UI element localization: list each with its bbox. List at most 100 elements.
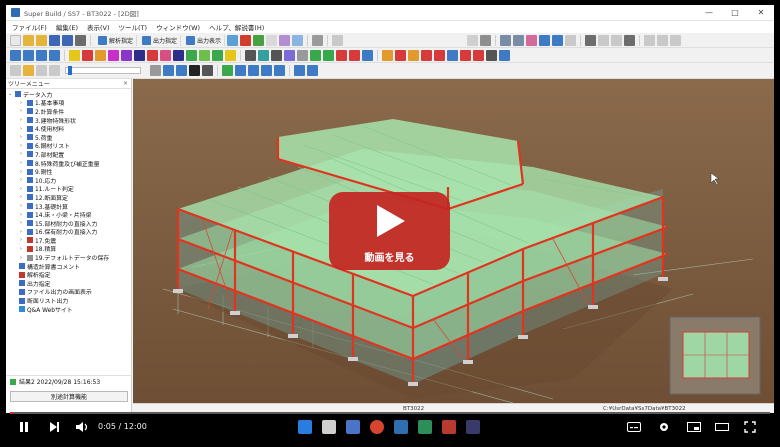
close-button[interactable]: ✕ bbox=[748, 5, 774, 21]
tree-item[interactable]: ファイル出力の画面表示 bbox=[6, 288, 131, 296]
load-icon[interactable] bbox=[499, 49, 510, 61]
member-icon[interactable] bbox=[95, 49, 106, 61]
settings-button[interactable] bbox=[654, 418, 674, 436]
arrow-icon[interactable] bbox=[539, 34, 551, 46]
tree-item[interactable]: › 6.鋼材リスト bbox=[6, 142, 131, 150]
menu-window[interactable]: ウィンドウ(W) bbox=[156, 22, 200, 32]
view-icon[interactable] bbox=[274, 65, 285, 76]
tree-item-data-input[interactable]: ⌄ データ入力 bbox=[6, 90, 131, 99]
tool-icon[interactable] bbox=[36, 65, 47, 76]
grid-icon[interactable] bbox=[526, 34, 538, 46]
zoom-slider-handle[interactable] bbox=[68, 66, 72, 75]
analysis-settings-button[interactable]: 解析指定 bbox=[95, 34, 138, 46]
next-button[interactable] bbox=[44, 418, 64, 436]
chevron-right-icon[interactable]: › bbox=[20, 186, 26, 192]
member-icon[interactable] bbox=[173, 49, 184, 61]
chevron-right-icon[interactable]: › bbox=[20, 177, 26, 183]
view-icon[interactable] bbox=[248, 65, 259, 76]
tool-icon[interactable] bbox=[598, 34, 610, 46]
open-folder-icon[interactable] bbox=[36, 34, 47, 46]
chevron-right-icon[interactable]: › bbox=[20, 160, 26, 166]
line-icon[interactable] bbox=[362, 49, 373, 61]
chevron-down-icon[interactable]: ⌄ bbox=[8, 91, 14, 97]
search-icon[interactable] bbox=[150, 65, 161, 76]
view-icon[interactable] bbox=[235, 65, 246, 76]
tool-icon[interactable] bbox=[670, 34, 682, 46]
chevron-right-icon[interactable]: › bbox=[20, 117, 26, 123]
tree-item[interactable]: › 13.基礎計算 bbox=[6, 202, 131, 211]
line-icon[interactable] bbox=[284, 49, 295, 61]
tree-item[interactable]: 構造計算書コメント bbox=[6, 262, 131, 271]
tree-item[interactable]: › 14.床・小梁・片持梁 bbox=[6, 210, 131, 219]
pencil-icon[interactable] bbox=[565, 34, 577, 46]
tool-icon[interactable] bbox=[657, 34, 669, 46]
tool-icon[interactable] bbox=[279, 34, 291, 46]
tree-item[interactable]: › 1.基本事項 bbox=[6, 99, 131, 107]
chevron-right-icon[interactable]: › bbox=[20, 194, 26, 200]
tree-item[interactable]: › 5.荷重 bbox=[6, 133, 131, 142]
play-video-button[interactable]: 動画を見る bbox=[329, 192, 450, 270]
tool-icon[interactable] bbox=[10, 65, 21, 76]
tree-item[interactable]: › 11.ルート判定 bbox=[6, 185, 131, 193]
tree-item[interactable]: › 4.使用材料 bbox=[6, 124, 131, 133]
theater-mode-button[interactable] bbox=[712, 418, 732, 436]
tool-icon[interactable] bbox=[253, 34, 265, 46]
member-icon[interactable] bbox=[160, 49, 171, 61]
save-as-icon[interactable] bbox=[62, 34, 73, 46]
undo-icon[interactable] bbox=[332, 34, 344, 46]
load-icon[interactable] bbox=[408, 49, 419, 61]
line-icon[interactable] bbox=[349, 49, 360, 61]
miniplayer-button[interactable] bbox=[684, 418, 704, 436]
line-icon[interactable] bbox=[297, 49, 308, 61]
save-icon[interactable] bbox=[49, 34, 60, 46]
line-icon[interactable] bbox=[336, 49, 347, 61]
member-icon[interactable] bbox=[186, 49, 197, 61]
chevron-right-icon[interactable]: › bbox=[20, 143, 26, 149]
line-icon[interactable] bbox=[245, 49, 256, 61]
tool-icon[interactable] bbox=[611, 34, 623, 46]
tree-item[interactable]: 出力指定 bbox=[6, 279, 131, 288]
subtitles-button[interactable] bbox=[624, 418, 644, 436]
output-settings-button[interactable]: 出力指定 bbox=[139, 34, 182, 46]
tree-item[interactable]: › 15.部材耐力の直接入力 bbox=[6, 219, 131, 228]
tool-icon[interactable] bbox=[23, 65, 34, 76]
chevron-right-icon[interactable]: › bbox=[20, 100, 26, 106]
member-icon[interactable] bbox=[134, 49, 145, 61]
view-icon[interactable] bbox=[163, 65, 174, 76]
filter-icon[interactable] bbox=[294, 65, 305, 76]
tree-item[interactable]: › 18.積算 bbox=[6, 245, 131, 253]
chevron-right-icon[interactable]: › bbox=[20, 134, 26, 140]
tool-icon[interactable] bbox=[624, 34, 636, 46]
tree-item[interactable]: › 10.応力 bbox=[6, 176, 131, 185]
grid-icon[interactable] bbox=[36, 49, 47, 61]
output-display-button[interactable]: 出力表示 bbox=[183, 34, 226, 46]
view-icon[interactable] bbox=[222, 65, 233, 76]
arrow-icon[interactable] bbox=[552, 34, 564, 46]
grid-icon[interactable] bbox=[500, 34, 512, 46]
zoom-icon[interactable] bbox=[49, 65, 60, 76]
grid-icon[interactable] bbox=[23, 49, 34, 61]
tree-item[interactable]: › 16.保有耐力の直接入力 bbox=[6, 228, 131, 236]
chevron-right-icon[interactable]: › bbox=[20, 229, 26, 235]
tree-item[interactable]: › 7.部材配置 bbox=[6, 150, 131, 159]
grid-icon[interactable] bbox=[513, 34, 525, 46]
comment-icon[interactable] bbox=[312, 34, 324, 46]
menu-edit[interactable]: 編集(E) bbox=[56, 22, 78, 32]
tree-item[interactable]: › 9.剛性 bbox=[6, 167, 131, 176]
print-icon[interactable] bbox=[75, 34, 86, 46]
tree-item[interactable]: › 17.免震 bbox=[6, 236, 131, 245]
move-icon[interactable] bbox=[585, 34, 597, 46]
member-icon[interactable] bbox=[108, 49, 119, 61]
chevron-right-icon[interactable]: › bbox=[20, 203, 26, 209]
load-icon[interactable] bbox=[382, 49, 393, 61]
member-icon[interactable] bbox=[199, 49, 210, 61]
chevron-right-icon[interactable]: › bbox=[20, 151, 26, 157]
tool-icon[interactable] bbox=[467, 34, 479, 46]
view-icon[interactable] bbox=[202, 65, 213, 76]
chevron-right-icon[interactable]: › bbox=[20, 220, 26, 226]
grid-icon[interactable] bbox=[49, 49, 60, 61]
load-icon[interactable] bbox=[434, 49, 445, 61]
new-file-icon[interactable] bbox=[10, 34, 21, 46]
load-icon[interactable] bbox=[473, 49, 484, 61]
tool-icon[interactable] bbox=[240, 34, 252, 46]
